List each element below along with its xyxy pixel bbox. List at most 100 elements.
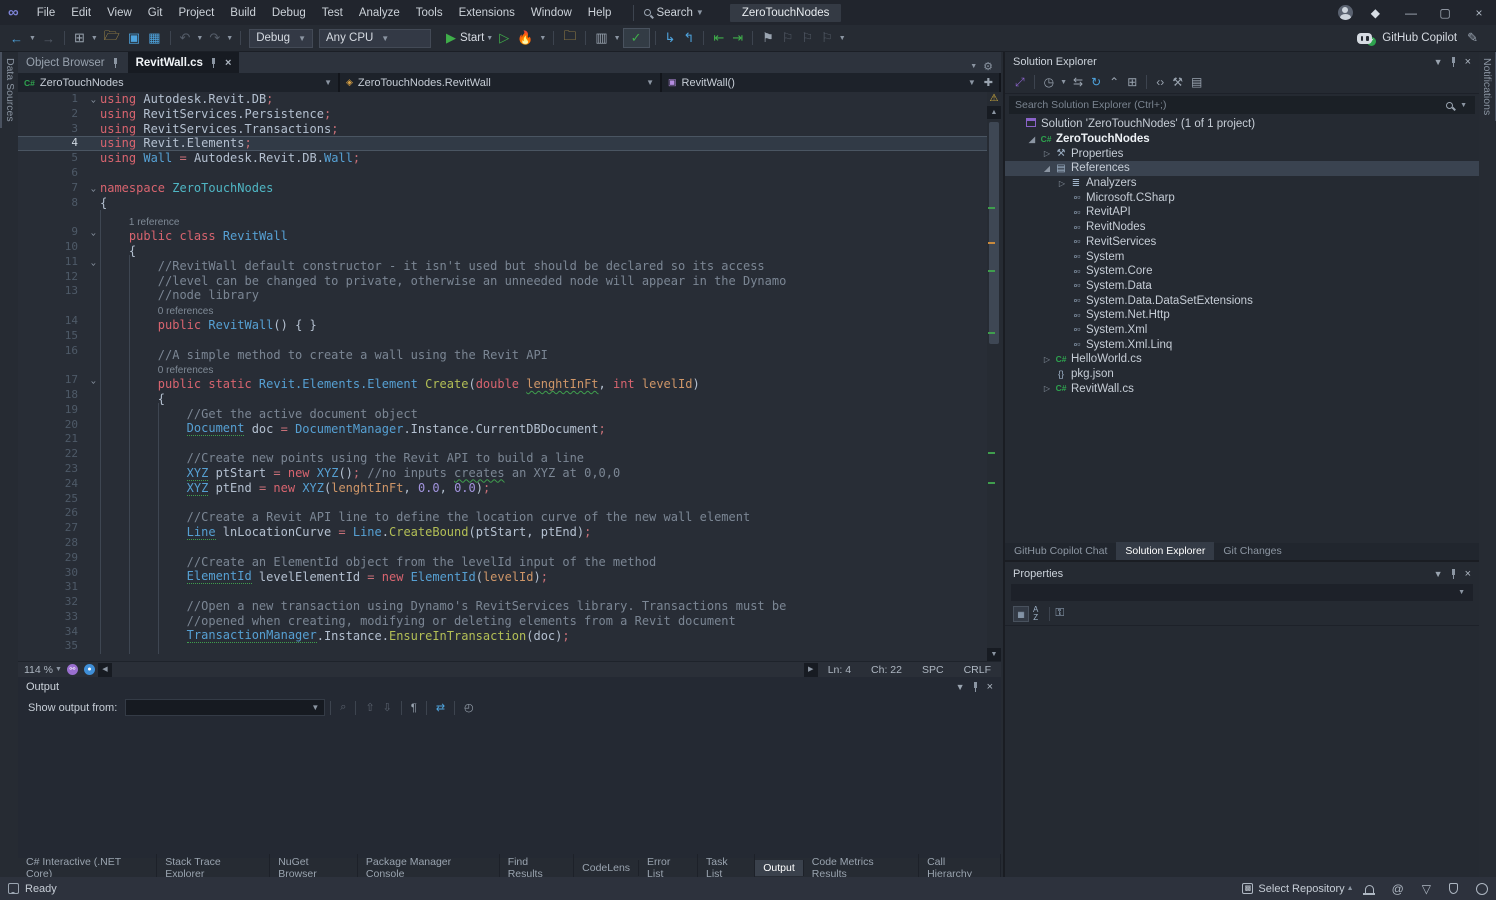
code-line[interactable]: 2using RevitServices.Persistence; [18,107,987,122]
code-line[interactable]: 7›namespace ZeroTouchNodes [18,181,987,196]
tab-object-browser[interactable]: Object Browser [18,52,128,73]
new-window-button[interactable]: ▥ [591,30,611,46]
notifications-vertical-tab[interactable]: Notifications [1479,52,1496,121]
code-line[interactable]: 22//Create new points using the Revit AP… [18,447,987,462]
output-source-dropdown[interactable]: ▼ [125,699,325,716]
code-line[interactable]: 4using Revit.Elements; [18,136,987,151]
collapse-arrow-icon[interactable]: ◢ [1026,135,1038,144]
send-feedback-icon[interactable]: ✎ [1463,30,1482,46]
column-indicator[interactable]: Ch: 22 [871,664,902,676]
panel-tab-github-copilot-chat[interactable]: GitHub Copilot Chat [1005,542,1116,560]
code-line[interactable]: 25 [18,492,987,507]
health-indicator-icon[interactable]: ● [84,664,95,675]
feedback-at-icon[interactable]: @ [1392,882,1404,896]
hot-reload-button[interactable]: 🔥 [513,30,537,46]
pending-changes-filter-icon[interactable]: ◷ [1040,75,1058,89]
categorized-view-icon[interactable]: ▦ [1013,606,1029,622]
close-tab-icon[interactable]: × [225,57,231,69]
background-tasks-icon[interactable] [8,883,19,894]
new-window-dropdown[interactable]: ▼ [612,35,623,42]
code-line[interactable]: 1›using Autodesk.Revit.DB; [18,92,987,107]
code-line[interactable]: 11›//RevitWall default constructor - it … [18,255,987,270]
menu-project[interactable]: Project [170,7,222,19]
tree-item-revitservices[interactable]: ∘▫RevitServices [1005,235,1479,250]
code-line[interactable]: 17›public static Revit.Elements.Element … [18,373,987,388]
scroll-down-button[interactable]: ▼ [987,648,1001,661]
line-ending-indicator[interactable]: CRLF [964,664,991,676]
window-position-dropdown[interactable]: ▼ [956,682,965,692]
code-line[interactable]: 19//Get the active document object [18,403,987,418]
new-project-dropdown[interactable]: ▼ [89,35,100,42]
scroll-right-button[interactable]: ▶ [804,663,818,677]
menu-file[interactable]: File [29,7,64,19]
code-line[interactable]: 29//Create an ElementId object from the … [18,551,987,566]
member-dropdown[interactable]: ▣ RevitWall()▼ ✚ [662,73,1001,92]
menu-extensions[interactable]: Extensions [451,7,523,19]
open-file-button[interactable]: 🗁 [100,27,124,49]
view-code-icon[interactable]: ‹› [1152,75,1168,89]
code-line[interactable]: 30ElementId levelElementId = new Element… [18,566,987,581]
next-message-icon[interactable]: ⇩ [379,701,396,714]
code-line[interactable]: 15 [18,329,987,344]
select-repository-caret[interactable]: ▲ [1345,885,1356,892]
menu-edit[interactable]: Edit [63,7,99,19]
tree-item-properties[interactable]: ▷⚒Properties [1005,146,1479,161]
properties-icon[interactable]: ⚒ [1168,75,1187,89]
menu-git[interactable]: Git [140,7,171,19]
tree-item-zerotouchnodes[interactable]: ◢C#ZeroTouchNodes [1005,132,1479,147]
increase-indent-button[interactable]: ⇥ [728,30,747,46]
user-avatar[interactable] [1338,5,1353,20]
close-panel-icon[interactable]: × [1465,56,1471,68]
panel-tab-git-changes[interactable]: Git Changes [1214,542,1290,560]
spell-checker-toggle[interactable]: ✓ [623,28,650,48]
pin-icon[interactable] [1450,57,1458,67]
shield-icon[interactable] [1449,883,1458,894]
save-button[interactable]: ▣ [124,30,144,46]
document-well-dropdown[interactable]: ▼ [968,63,979,70]
code-line[interactable]: 10{ [18,240,987,255]
clear-all-icon[interactable]: ⇄ [432,701,449,714]
window-position-dropdown[interactable]: ▼ [1434,57,1443,67]
code-line[interactable]: 26//Create a Revit API line to define th… [18,506,987,521]
zoom-level-dropdown[interactable]: 114 % [24,664,53,676]
fold-chevron-icon[interactable]: › [84,225,100,240]
pin-icon[interactable] [1450,569,1458,579]
tree-item-system-core[interactable]: ∘▫System.Core [1005,264,1479,279]
menu-analyze[interactable]: Analyze [351,7,408,19]
filter-dropdown[interactable]: ▼ [1058,79,1069,86]
tree-item-references[interactable]: ◢▤References [1005,161,1479,176]
code-line[interactable]: 24XYZ ptEnd = new XYZ(lenghtInFt, 0.0, 0… [18,477,987,492]
project-dropdown[interactable]: C# ZeroTouchNodes▼ [18,73,340,92]
codelens-row[interactable]: 0 references [18,299,987,314]
start-debugging-button[interactable]: Start [460,32,484,44]
decrease-indent-button[interactable]: ⇤ [709,30,728,46]
previous-message-icon[interactable]: ⇧ [361,701,378,714]
preview-selected-items-icon[interactable]: ⊞ [1123,75,1141,89]
properties-object-dropdown[interactable]: ▼ [1011,584,1473,601]
code-line[interactable]: 27Line lnLocationCurve = Line.CreateBoun… [18,521,987,536]
tree-item-analyzers[interactable]: ▷≣Analyzers [1005,176,1479,191]
collapse-all-icon[interactable]: ⌃ [1105,75,1123,89]
vertical-scrollbar[interactable]: ⚠ ▲ ▼ [987,92,1001,661]
code-line[interactable]: 3using RevitServices.Transactions; [18,122,987,137]
close-button[interactable]: × [1462,0,1496,25]
timestamp-icon[interactable]: ◴ [460,701,478,714]
next-bookmark-button[interactable]: ⚐ [797,30,817,46]
code-line[interactable]: 14public RevitWall() { } [18,314,987,329]
tree-item-system-xml-linq[interactable]: ∘▫System.Xml.Linq [1005,337,1479,352]
menu-build[interactable]: Build [222,7,264,19]
toggle-bookmark-button[interactable]: ⚑ [758,30,778,46]
window-position-dropdown[interactable]: ▼ [1434,569,1443,579]
code-line[interactable]: 12//level can be changed to private, oth… [18,270,987,285]
tree-item-system-net-http[interactable]: ∘▫System.Net.Http [1005,308,1479,323]
panel-tab-solution-explorer[interactable]: Solution Explorer [1116,542,1214,560]
menu-debug[interactable]: Debug [264,7,314,19]
breakpoint-window-button[interactable]: ↰ [679,30,698,46]
solution-configuration-dropdown[interactable]: Debug▼ [249,29,313,48]
github-copilot-badge[interactable]: ✓ GitHub Copilot ✎ [1357,30,1482,46]
code-editor[interactable]: 1›using Autodesk.Revit.DB;2using RevitSe… [18,92,987,661]
scroll-left-button[interactable]: ◀ [98,663,112,677]
code-line[interactable]: 13//node library [18,284,987,299]
code-line[interactable]: 33//opened when creating, modifying or d… [18,610,987,625]
split-window-icon[interactable]: ✚ [984,76,993,89]
